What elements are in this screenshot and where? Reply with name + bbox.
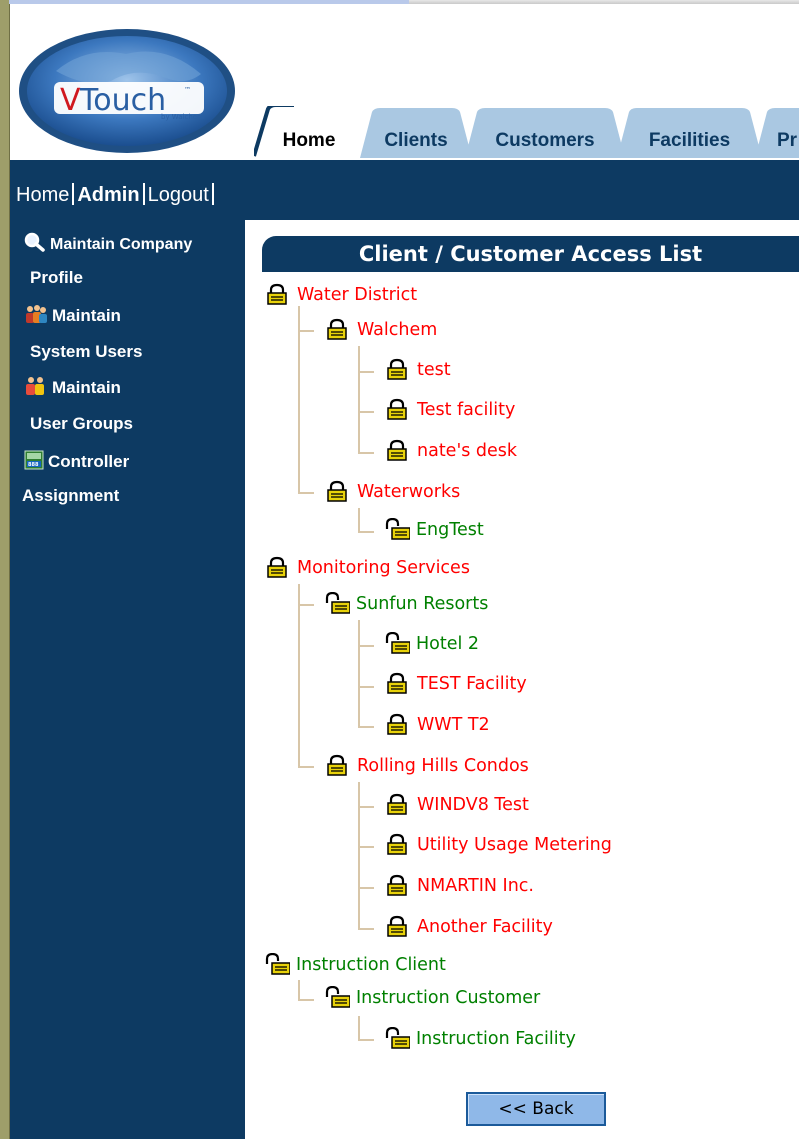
controller-icon: 888 <box>24 450 44 470</box>
lock-closed-icon <box>267 283 287 305</box>
lock-closed-icon <box>267 556 287 578</box>
back-button[interactable]: << Back <box>466 1092 606 1126</box>
tree-node[interactable]: Rolling Hills Condos <box>324 754 529 776</box>
svg-text:by Walchem: by Walchem <box>161 113 204 121</box>
top-navigation: Home Admin Logout <box>16 183 217 207</box>
sidebar-item-user-groups-label[interactable]: User Groups <box>30 414 133 434</box>
tree-node-label[interactable]: Waterworks <box>357 482 460 502</box>
lock-closed-icon <box>387 874 407 896</box>
tree-node[interactable]: test <box>384 358 451 380</box>
panel-title-bar: Client / Customer Access List <box>262 236 799 272</box>
tree-node[interactable]: Walchem <box>324 318 437 340</box>
tree-node[interactable]: Water District <box>264 283 417 305</box>
tab-clients[interactable]: Clients <box>360 106 472 158</box>
tree-node-label[interactable]: Sunfun Resorts <box>356 594 488 614</box>
tree-node[interactable]: WWT T2 <box>384 713 490 735</box>
tree-node-label[interactable]: NMARTIN Inc. <box>417 876 534 896</box>
panel-title: Client / Customer Access List <box>358 242 703 266</box>
lock-open-icon <box>385 1027 410 1049</box>
tree-node[interactable]: Another Facility <box>384 915 553 937</box>
tree-node-label[interactable]: WWT T2 <box>417 715 490 735</box>
tree-node-label[interactable]: WINDV8 Test <box>417 795 529 815</box>
lock-closed-icon <box>387 915 407 937</box>
vtouch-logo[interactable]: V Touch ™ by Walchem <box>16 26 238 156</box>
lock-closed-icon <box>387 793 407 815</box>
tree-node[interactable]: TEST Facility <box>384 672 527 694</box>
tree-node-label[interactable]: Water District <box>297 285 417 305</box>
tree-node[interactable]: Instruction Client <box>264 953 446 975</box>
svg-text:888: 888 <box>28 462 39 468</box>
lock-open-icon <box>325 592 350 614</box>
tree-node-label[interactable]: EngTest <box>416 520 484 540</box>
sidebar-item-system-users-label[interactable]: System Users <box>30 342 142 362</box>
magnifier-icon <box>24 232 45 252</box>
tree-node-label[interactable]: Hotel 2 <box>416 634 479 654</box>
tree-node-label[interactable]: Instruction Facility <box>416 1029 576 1049</box>
tree-node[interactable]: Utility Usage Metering <box>384 833 612 855</box>
sidebar-item-controller-assignment-label[interactable]: Assignment <box>22 486 119 506</box>
tree-node-label[interactable]: Walchem <box>357 320 437 340</box>
svg-text:Touch: Touch <box>79 83 166 118</box>
tree-node[interactable]: EngTest <box>384 518 484 540</box>
user-groups-icon <box>26 377 44 395</box>
sidebar-item-system-users[interactable]: Maintain <box>24 304 121 326</box>
tree-node[interactable]: Instruction Customer <box>324 986 540 1008</box>
lock-closed-icon <box>387 713 407 735</box>
lock-closed-icon <box>387 672 407 694</box>
nav-home-link[interactable]: Home <box>16 184 69 206</box>
tree-node-label[interactable]: Monitoring Services <box>297 558 470 578</box>
sidebar-item-controller-assignment[interactable]: 888 Controller <box>24 450 129 472</box>
users-icon <box>26 305 47 323</box>
sidebar-item-company-profile-label[interactable]: Profile <box>30 268 83 288</box>
logo-text: V <box>60 83 81 118</box>
sidebar-item-user-groups[interactable]: Maintain <box>24 376 121 398</box>
lock-open-icon <box>385 518 410 540</box>
tree-node[interactable]: Waterworks <box>324 480 460 502</box>
tree-node[interactable]: WINDV8 Test <box>384 793 529 815</box>
tab-facilities[interactable]: Facilities <box>617 106 762 158</box>
tab-programs[interactable]: Pr <box>755 106 799 158</box>
tree-node[interactable]: Monitoring Services <box>264 556 470 578</box>
lock-closed-icon <box>327 754 347 776</box>
tree-node-label[interactable]: test <box>417 360 451 380</box>
window-left-border <box>0 0 10 1139</box>
tree-node[interactable]: Test facility <box>384 398 515 420</box>
sidebar-item-company-profile[interactable]: Maintain Company <box>24 232 192 254</box>
lock-open-icon <box>265 953 290 975</box>
tree-node-label[interactable]: Instruction Customer <box>356 988 540 1008</box>
lock-closed-icon <box>387 398 407 420</box>
tree-node[interactable]: Hotel 2 <box>384 632 479 654</box>
tree-node[interactable]: Instruction Facility <box>384 1027 576 1049</box>
tree-node[interactable]: nate's desk <box>384 439 517 461</box>
tree-node[interactable]: NMARTIN Inc. <box>384 874 534 896</box>
tab-home[interactable]: Home <box>254 106 364 158</box>
lock-closed-icon <box>327 480 347 502</box>
tree-node-label[interactable]: Another Facility <box>417 917 553 937</box>
lock-closed-icon <box>387 439 407 461</box>
tree-node-label[interactable]: TEST Facility <box>417 674 527 694</box>
svg-text:™: ™ <box>184 86 191 94</box>
tree-node[interactable]: Sunfun Resorts <box>324 592 488 614</box>
lock-closed-icon <box>387 358 407 380</box>
lock-open-icon <box>325 986 350 1008</box>
tree-node-label[interactable]: Rolling Hills Condos <box>357 756 529 776</box>
tab-customers[interactable]: Customers <box>465 106 625 158</box>
tree-node-label[interactable]: Utility Usage Metering <box>417 835 612 855</box>
nav-logout-link[interactable]: Logout <box>148 184 209 206</box>
tree-node-label[interactable]: Test facility <box>417 400 515 420</box>
lock-closed-icon <box>327 318 347 340</box>
nav-admin-link[interactable]: Admin <box>77 184 139 206</box>
lock-closed-icon <box>387 833 407 855</box>
tree-node-label[interactable]: nate's desk <box>417 441 517 461</box>
tree-node-label[interactable]: Instruction Client <box>296 955 446 975</box>
lock-open-icon <box>385 632 410 654</box>
